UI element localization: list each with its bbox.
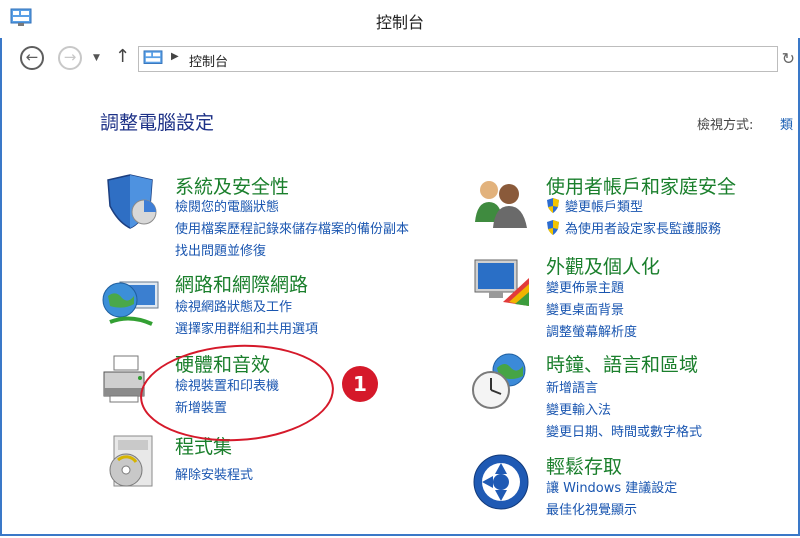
ease-of-access-icon <box>473 454 529 510</box>
control-panel-icon <box>143 50 163 64</box>
shield-icon <box>107 174 157 229</box>
category-user-accounts: 使用者帳戶和家庭安全 變更帳戶類型 為使用者設定家長監護服務 <box>471 172 791 242</box>
chevron-right-icon[interactable]: ▶ <box>171 51 179 62</box>
uac-shield-icon <box>547 220 559 235</box>
category-title[interactable]: 外觀及個人化 <box>546 252 660 279</box>
category-title[interactable]: 使用者帳戶和家庭安全 <box>546 172 736 199</box>
clock-globe-icon <box>472 353 526 409</box>
view-by-dropdown[interactable]: 類 <box>780 114 793 133</box>
monitor-palette-icon <box>474 259 529 306</box>
link-screen-resolution[interactable]: 調整螢幕解析度 <box>546 321 637 340</box>
category-appearance: 外觀及個人化 變更佈景主題 變更桌面背景 調整螢幕解析度 <box>471 252 791 342</box>
uac-shield-icon <box>547 198 559 213</box>
title-bar: 控制台 <box>0 0 800 38</box>
link-uninstall[interactable]: 解除安裝程式 <box>175 464 253 483</box>
refresh-icon[interactable]: ↻ <box>782 49 795 68</box>
link-file-history[interactable]: 使用檔案歷程記錄來儲存檔案的備份副本 <box>175 218 409 237</box>
link-optimize-display[interactable]: 最佳化視覺顯示 <box>546 499 637 518</box>
programs-disc-icon <box>109 435 153 487</box>
view-by-label: 檢視方式: <box>697 118 754 133</box>
category-ease-of-access: 輕鬆存取 讓 Windows 建議設定 最佳化視覺顯示 <box>471 452 791 522</box>
link-family-safety[interactable]: 為使用者設定家長監護服務 <box>565 218 721 237</box>
link-date-time-format[interactable]: 變更日期、時間或數字格式 <box>546 421 702 440</box>
link-change-input[interactable]: 變更輸入法 <box>546 399 611 418</box>
forward-button[interactable]: → <box>58 46 82 70</box>
step-badge: 1 <box>342 366 378 402</box>
category-programs: 程式集 解除安裝程式 <box>100 432 460 492</box>
link-troubleshoot[interactable]: 找出問題並修復 <box>175 240 266 259</box>
network-globe-icon <box>102 281 159 326</box>
link-network-status[interactable]: 檢視網路狀態及工作 <box>175 296 292 315</box>
link-add-language[interactable]: 新增語言 <box>546 377 598 396</box>
up-button[interactable]: ↑ <box>115 46 130 67</box>
category-title[interactable]: 網路和網際網路 <box>175 270 308 297</box>
category-system-security: 系統及安全性 檢閱您的電腦狀態 使用檔案歷程記錄來儲存檔案的備份副本 找出問題並… <box>100 172 460 259</box>
link-windows-suggest[interactable]: 讓 Windows 建議設定 <box>546 477 677 496</box>
page-heading: 調整電腦設定 <box>100 112 215 134</box>
link-change-account-type[interactable]: 變更帳戶類型 <box>565 196 643 215</box>
users-icon <box>475 181 527 228</box>
link-check-status[interactable]: 檢閱您的電腦狀態 <box>175 196 279 215</box>
category-title[interactable]: 系統及安全性 <box>175 172 289 199</box>
recent-locations-dropdown-icon[interactable]: ▼ <box>93 53 100 63</box>
back-button[interactable]: ← <box>20 46 44 70</box>
address-path[interactable]: 控制台 <box>189 51 228 70</box>
address-bar[interactable]: ▶ 控制台 ↻ <box>138 46 795 72</box>
window-title: 控制台 <box>375 13 424 32</box>
category-title[interactable]: 輕鬆存取 <box>546 452 622 479</box>
category-network-internet: 網路和網際網路 檢視網路狀態及工作 選擇家用群組和共用選項 <box>100 270 460 340</box>
category-title[interactable]: 時鐘、語言和區域 <box>546 350 698 377</box>
navigation-bar: ← → ▼ ↑ ▶ 控制台 ↻ <box>0 40 800 78</box>
link-homegroup[interactable]: 選擇家用群組和共用選項 <box>175 318 318 337</box>
link-desktop-background[interactable]: 變更桌面背景 <box>546 299 624 318</box>
link-change-theme[interactable]: 變更佈景主題 <box>546 277 624 296</box>
category-clock-language-region: 時鐘、語言和區域 新增語言 變更輸入法 變更日期、時間或數字格式 <box>471 350 791 440</box>
